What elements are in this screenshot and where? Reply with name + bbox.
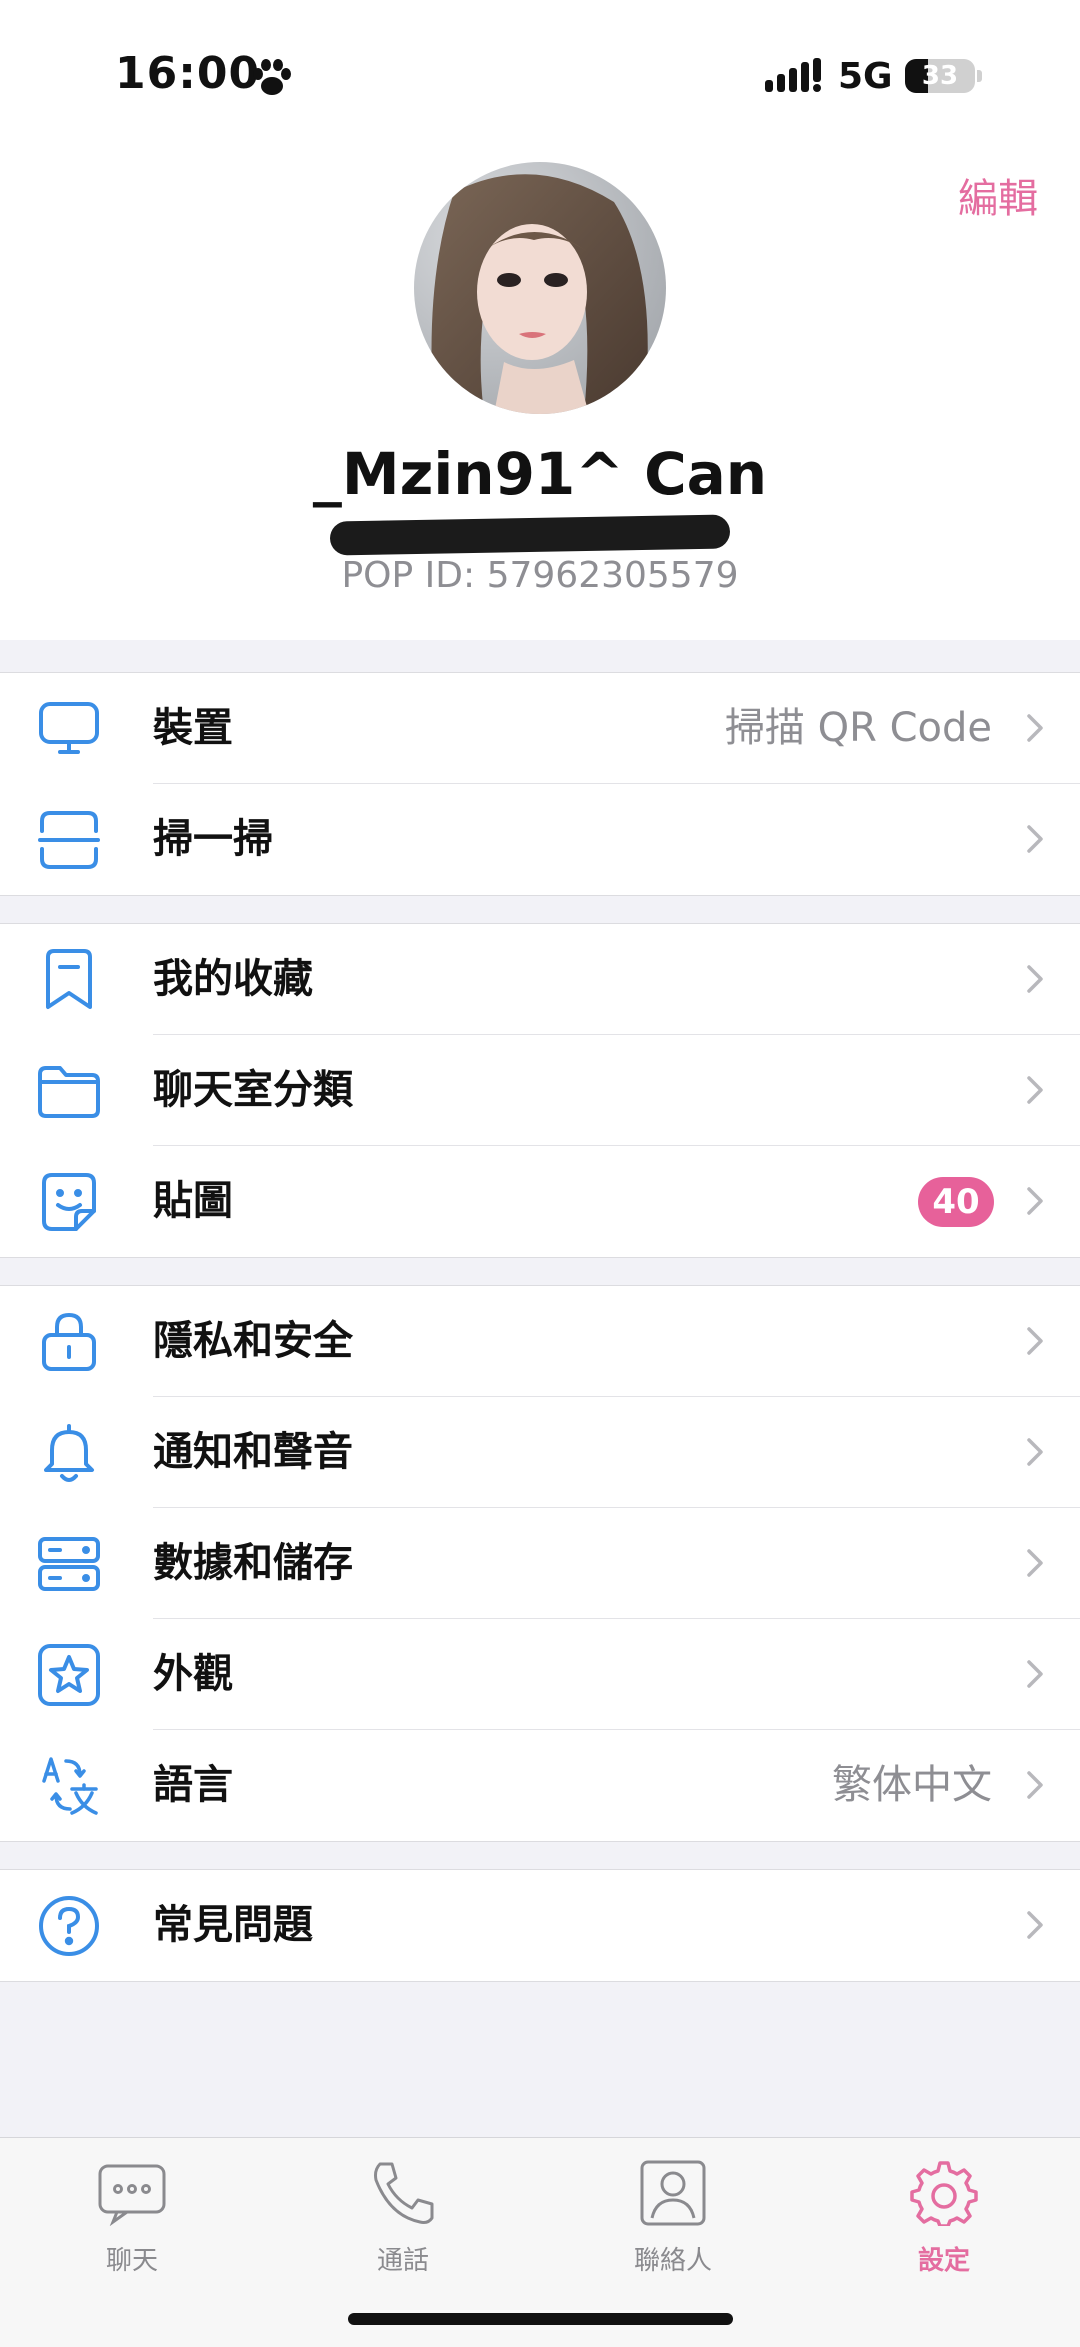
home-indicator: [348, 2313, 733, 2325]
chevron-right-icon: [1027, 1438, 1043, 1466]
chevron-right-icon: [1027, 714, 1043, 742]
folder-icon: [38, 1066, 100, 1118]
row-label: 掃一掃: [153, 816, 273, 862]
chevron-right-icon: [1027, 1187, 1043, 1215]
status-time: 16:00: [115, 48, 261, 99]
row-label: 裝置: [153, 705, 233, 751]
storage-icon: [38, 1537, 100, 1591]
contacts-icon: [640, 2160, 706, 2226]
lock-icon: [42, 1313, 96, 1371]
status-bar: 16:00 5G 33: [0, 0, 1080, 150]
paw-icon: [253, 59, 291, 95]
row-value: 掃描 QR Code: [724, 705, 992, 751]
row-label: 隱私和安全: [153, 1318, 353, 1364]
settings-group-1: 裝置 掃描 QR Code 掃一掃: [0, 672, 1080, 896]
row-value: 繁体中文: [832, 1762, 992, 1808]
avatar-image: [414, 162, 666, 414]
row-devices[interactable]: 裝置 掃描 QR Code: [0, 673, 1080, 784]
tab-calls[interactable]: 通話: [323, 2148, 483, 2276]
row-label: 通知和聲音: [153, 1429, 353, 1475]
row-label: 常見問題: [153, 1902, 313, 1948]
chevron-right-icon: [1027, 965, 1043, 993]
row-data-storage[interactable]: 數據和儲存: [0, 1508, 1080, 1619]
phone-icon: [374, 2162, 434, 2224]
row-favorites[interactable]: 我的收藏: [0, 924, 1080, 1035]
row-scan[interactable]: 掃一掃: [0, 784, 1080, 895]
chevron-right-icon: [1027, 1076, 1043, 1104]
row-label: 數據和儲存: [153, 1540, 353, 1586]
settings-group-2: 我的收藏 聊天室分類 貼圖 40: [0, 923, 1080, 1258]
row-privacy[interactable]: 隱私和安全: [0, 1286, 1080, 1397]
row-notifications[interactable]: 通知和聲音: [0, 1397, 1080, 1508]
avatar[interactable]: [414, 162, 666, 414]
row-appearance[interactable]: 外觀: [0, 1619, 1080, 1730]
chevron-right-icon: [1027, 1327, 1043, 1355]
row-label: 貼圖: [153, 1178, 233, 1224]
row-stickers[interactable]: 貼圖 40: [0, 1146, 1080, 1257]
battery-tip: [977, 70, 982, 82]
chevron-right-icon: [1027, 1549, 1043, 1577]
edit-button[interactable]: 編輯: [958, 166, 1038, 224]
chat-bubble-icon: [98, 2164, 166, 2226]
tab-contacts[interactable]: 聯絡人: [593, 2148, 753, 2276]
tab-label: 設定: [917, 2246, 970, 2276]
sticker-icon: [42, 1173, 96, 1231]
chevron-right-icon: [1027, 825, 1043, 853]
pop-id: POP ID: 57962305579: [341, 555, 739, 596]
monitor-icon: [39, 702, 99, 754]
translate-icon: [42, 1757, 98, 1815]
row-faq[interactable]: 常見問題: [0, 1870, 1080, 1981]
network-type: 5G: [838, 56, 893, 97]
chevron-right-icon: [1027, 1911, 1043, 1939]
question-icon: [39, 1896, 99, 1956]
row-label: 我的收藏: [153, 956, 313, 1002]
bell-icon: [44, 1424, 94, 1482]
bookmark-icon: [46, 949, 92, 1009]
redacted-phone: [329, 514, 731, 556]
row-language[interactable]: 語言 繁体中文: [0, 1730, 1080, 1841]
star-icon: [38, 1644, 100, 1706]
battery-icon: 33: [905, 59, 975, 93]
profile-name: _Mzin91^ Can: [312, 440, 768, 508]
row-label: 聊天室分類: [153, 1067, 353, 1113]
sticker-count-badge: 40: [918, 1177, 994, 1227]
scan-icon: [38, 811, 100, 869]
profile-header: 編輯 _Mzin91^ Can POP ID: 57962305579: [0, 150, 1080, 640]
tab-label: 聊天: [105, 2246, 158, 2276]
chevron-right-icon: [1027, 1660, 1043, 1688]
signal-icon: [765, 58, 821, 92]
chevron-right-icon: [1027, 1771, 1043, 1799]
gear-icon: [910, 2161, 978, 2226]
battery-level: 33: [921, 61, 959, 91]
tab-label: 通話: [376, 2246, 429, 2276]
row-chat-folders[interactable]: 聊天室分類: [0, 1035, 1080, 1146]
tab-label: 聯絡人: [633, 2246, 712, 2276]
settings-group-3: 隱私和安全 通知和聲音 數據和儲存 外觀 語言 繁体中文: [0, 1285, 1080, 1842]
tab-chats[interactable]: 聊天: [52, 2148, 212, 2276]
row-label: 語言: [153, 1762, 233, 1808]
row-label: 外觀: [153, 1651, 233, 1697]
settings-group-4: 常見問題: [0, 1869, 1080, 1982]
tab-settings[interactable]: 設定: [864, 2148, 1024, 2276]
